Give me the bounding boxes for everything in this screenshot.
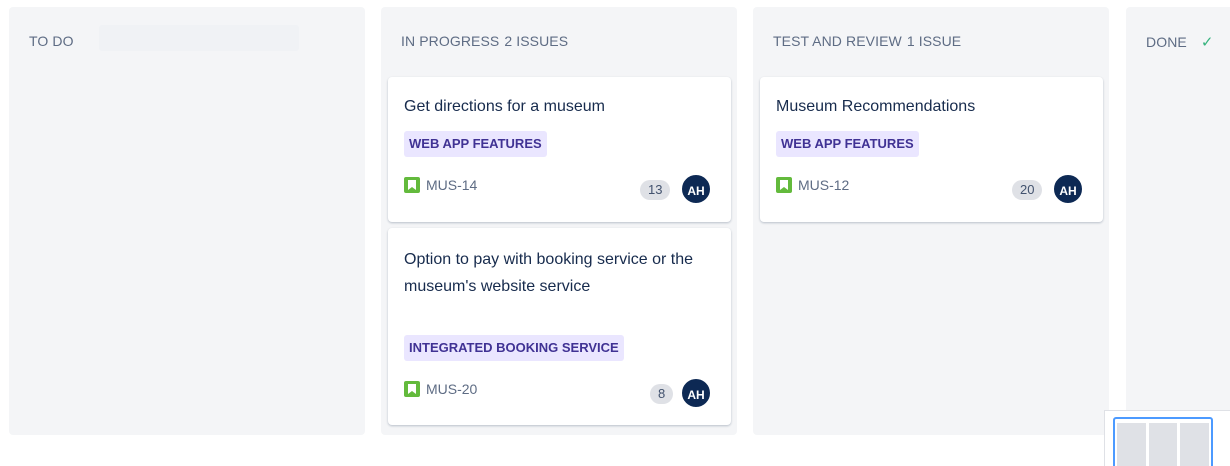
issue-card[interactable]: Get directions for a museum WEB APP FEAT…: [388, 77, 731, 222]
issue-key[interactable]: MUS-12: [798, 177, 849, 193]
issue-card[interactable]: Option to pay with booking service or th…: [388, 228, 731, 425]
column-title: TO DO: [29, 33, 74, 49]
story-icon: [776, 177, 792, 193]
card-title: Museum Recommendations: [776, 98, 976, 115]
issue-key[interactable]: MUS-20: [426, 381, 477, 397]
assignee-avatar[interactable]: AH: [1052, 173, 1084, 205]
column-header-todo: TO DO: [29, 33, 74, 49]
column-title: DONE: [1146, 34, 1187, 50]
assignee-avatar[interactable]: AH: [680, 173, 712, 205]
story-points-badge: 20: [1012, 180, 1043, 200]
issue-key-row: MUS-14: [404, 177, 477, 193]
column-todo: TO DO: [9, 7, 365, 435]
issue-key-row: MUS-20: [404, 381, 477, 397]
card-title: Get directions for a museum: [404, 98, 605, 115]
card-title: Option to pay with booking service or th…: [404, 251, 694, 295]
column-header-test-and-review: TEST AND REVIEW 1 ISSUE: [773, 33, 961, 49]
column-test-and-review: TEST AND REVIEW 1 ISSUE Museum Recommenda…: [753, 7, 1109, 435]
column-header-done: DONE ✓: [1146, 33, 1214, 51]
board-minimap[interactable]: [1104, 410, 1230, 466]
epic-label: WEB APP FEATURES: [776, 131, 919, 157]
kanban-board: TO DO IN PROGRESS 2 ISSUES Get directions…: [0, 0, 1230, 466]
column-quick-filter: [99, 25, 299, 51]
minimap-column: [1117, 423, 1146, 466]
column-title: TEST AND REVIEW: [773, 33, 902, 49]
column-in-progress: IN PROGRESS 2 ISSUES Get directions for a…: [381, 7, 737, 435]
story-points-badge: 13: [640, 180, 671, 200]
assignee-avatar[interactable]: AH: [680, 377, 712, 409]
minimap-column: [1148, 423, 1178, 466]
column-title: IN PROGRESS: [401, 33, 500, 49]
epic-label: INTEGRATED BOOKING SERVICE: [404, 335, 624, 361]
column-done: DONE ✓: [1126, 7, 1230, 435]
checkmark-icon: ✓: [1200, 34, 1214, 51]
minimap-viewport-handle[interactable]: [1113, 417, 1213, 466]
column-issue-count: 1 ISSUE: [906, 33, 962, 49]
story-icon: [404, 381, 420, 397]
story-points-badge: 8: [650, 384, 674, 404]
issue-key[interactable]: MUS-14: [426, 177, 477, 193]
column-header-in-progress: IN PROGRESS 2 ISSUES: [401, 33, 568, 49]
issue-key-row: MUS-12: [776, 177, 849, 193]
story-icon: [404, 177, 420, 193]
epic-label: WEB APP FEATURES: [404, 131, 547, 157]
minimap-column: [1180, 423, 1210, 466]
column-issue-count: 2 ISSUES: [504, 33, 569, 49]
issue-card[interactable]: Museum Recommendations WEB APP FEATURES …: [760, 77, 1103, 222]
